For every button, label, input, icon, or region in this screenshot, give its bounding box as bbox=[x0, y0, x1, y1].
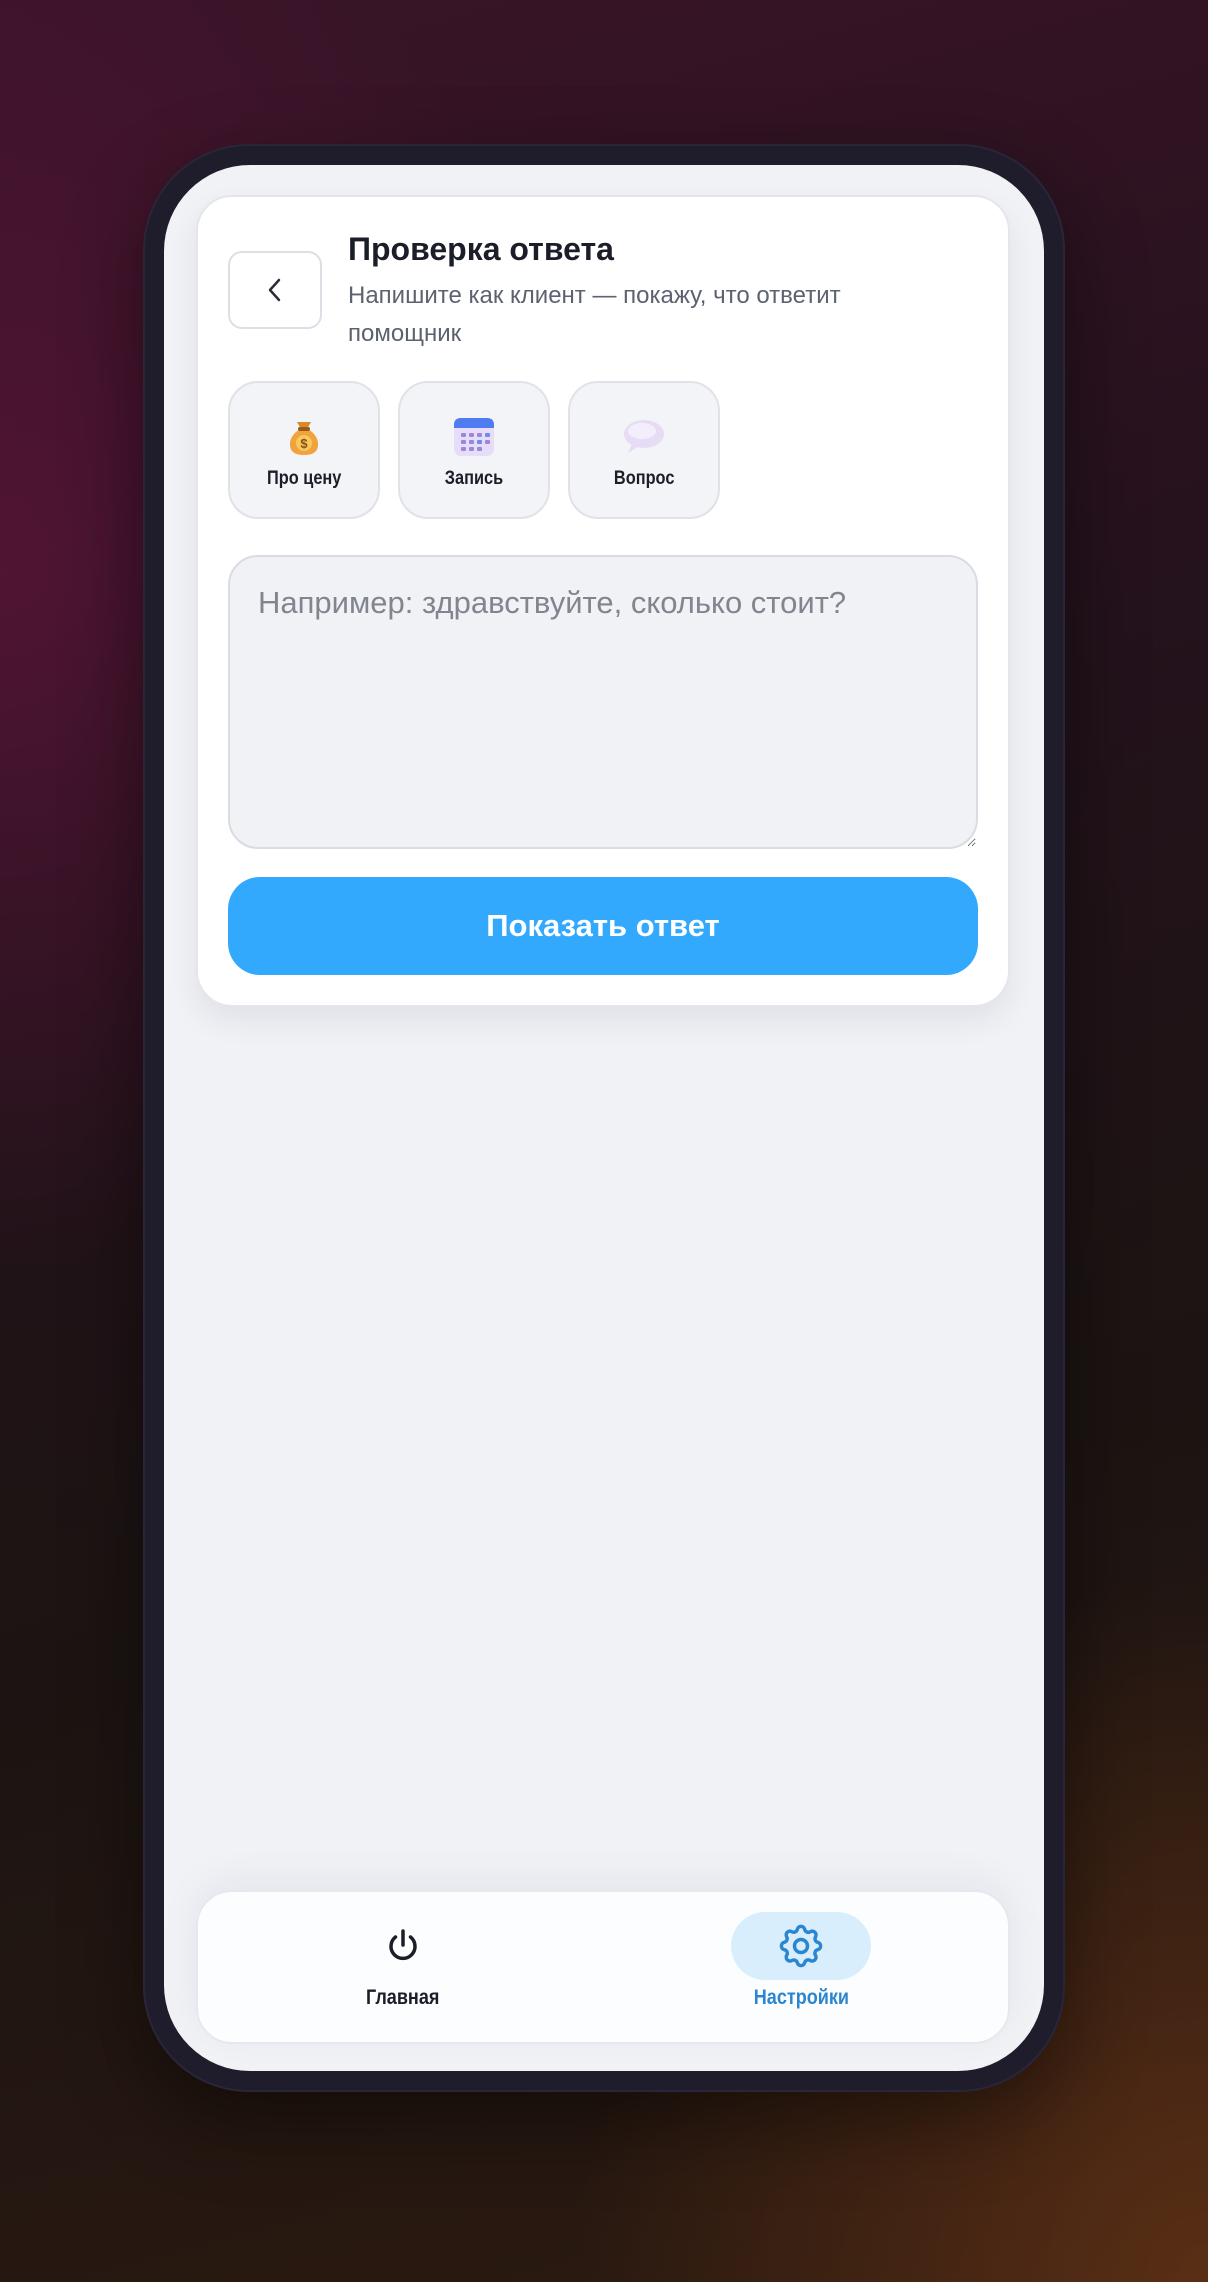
page-title: Проверка ответа bbox=[348, 231, 614, 267]
power-icon bbox=[389, 1929, 417, 1961]
show-answer-button[interactable]: Показать ответ bbox=[228, 877, 978, 975]
gear-icon bbox=[779, 1924, 823, 1968]
nav-icon-container bbox=[333, 1912, 473, 1980]
nav-label: Настройки bbox=[753, 1986, 849, 2009]
chip-label: Вопрос bbox=[613, 468, 675, 489]
back-button[interactable] bbox=[228, 251, 322, 329]
chip-label: Запись bbox=[444, 468, 504, 489]
chip-question[interactable]: Вопрос bbox=[568, 381, 720, 519]
chip-booking[interactable]: Запись bbox=[398, 381, 550, 519]
app-screen: Проверка ответа Напишите как клиент — по… bbox=[164, 165, 1044, 2071]
quick-prompts: $ Про цену Запись Вопрос bbox=[228, 381, 720, 519]
chevron-left-icon bbox=[268, 278, 281, 302]
speech-bubble-icon bbox=[624, 420, 664, 453]
money-bag-icon: $ bbox=[289, 422, 319, 455]
bottom-nav: Главная Настройки bbox=[196, 1890, 1010, 2044]
svg-text:$: $ bbox=[300, 436, 308, 451]
client-message-input[interactable] bbox=[228, 555, 978, 849]
chip-label: Про цену bbox=[266, 468, 342, 489]
page-subtitle: Напишите как клиент — покажу, что ответи… bbox=[348, 282, 841, 347]
nav-item-settings[interactable]: Настройки bbox=[701, 1912, 901, 2030]
nav-item-home[interactable]: Главная bbox=[303, 1912, 503, 2030]
calendar-icon bbox=[454, 418, 494, 456]
chip-price[interactable]: $ Про цену bbox=[228, 381, 380, 519]
nav-icon-container bbox=[731, 1912, 871, 1980]
phone-frame: Проверка ответа Напишите как клиент — по… bbox=[143, 144, 1065, 2092]
test-reply-card: Проверка ответа Напишите как клиент — по… bbox=[196, 195, 1010, 1007]
nav-label: Главная bbox=[366, 1986, 440, 2009]
